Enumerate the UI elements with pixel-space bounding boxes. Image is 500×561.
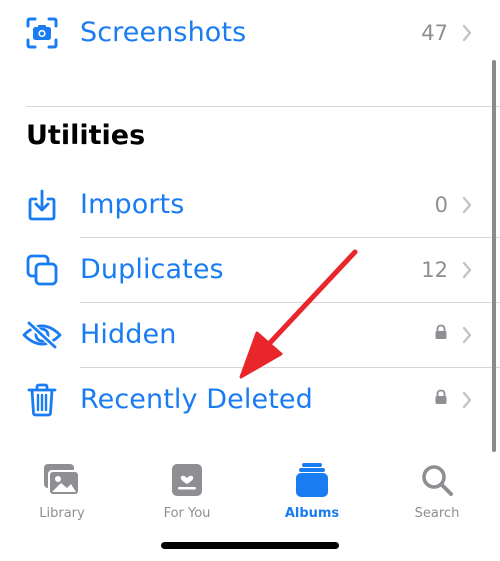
screenshot-icon — [22, 13, 62, 53]
duplicates-icon — [22, 250, 62, 290]
section-divider — [26, 106, 500, 107]
utility-count-duplicates: 12 — [421, 257, 448, 282]
chevron-right-icon — [462, 23, 474, 43]
utility-row-duplicates[interactable]: Duplicates 12 — [0, 237, 500, 302]
album-count-screenshots: 47 — [421, 20, 448, 45]
tab-albums[interactable]: Albums — [257, 460, 367, 521]
utility-row-imports[interactable]: Imports 0 — [0, 172, 500, 237]
lock-icon — [434, 324, 448, 345]
album-label-screenshots: Screenshots — [80, 17, 247, 48]
chevron-right-icon — [462, 325, 474, 345]
album-row-screenshots[interactable]: Screenshots 47 — [0, 0, 500, 65]
utility-label-imports: Imports — [80, 189, 185, 220]
tab-label: For You — [163, 506, 211, 521]
utility-label-recently-deleted: Recently Deleted — [80, 384, 313, 415]
utility-label-hidden: Hidden — [80, 319, 177, 350]
chevron-right-icon — [462, 195, 474, 215]
tab-for-you[interactable]: For You — [132, 460, 242, 521]
tab-library[interactable]: Library — [7, 460, 117, 521]
chevron-right-icon — [462, 390, 474, 410]
home-indicator — [161, 542, 339, 549]
tab-label: Library — [39, 506, 85, 521]
trash-icon — [22, 380, 62, 420]
utility-label-duplicates: Duplicates — [80, 254, 224, 285]
photo-stack-icon — [40, 460, 84, 500]
section-title-utilities: Utilities — [26, 120, 146, 151]
chevron-right-icon — [462, 260, 474, 280]
albums-icon — [290, 460, 334, 500]
photos-albums-screen: Screenshots 47 Utilities Imports 0 Dupli… — [0, 0, 500, 561]
utility-count-imports: 0 — [434, 192, 448, 217]
utility-row-hidden[interactable]: Hidden — [0, 302, 500, 367]
scrollbar[interactable] — [492, 60, 496, 452]
tab-label: Albums — [284, 506, 340, 521]
search-icon — [415, 460, 459, 500]
eye-slash-icon — [22, 315, 62, 355]
for-you-icon — [165, 460, 209, 500]
utility-row-recently-deleted[interactable]: Recently Deleted — [0, 367, 500, 432]
tab-label: Search — [414, 506, 460, 521]
tab-search[interactable]: Search — [382, 460, 492, 521]
import-icon — [22, 185, 62, 225]
lock-icon — [434, 389, 448, 410]
